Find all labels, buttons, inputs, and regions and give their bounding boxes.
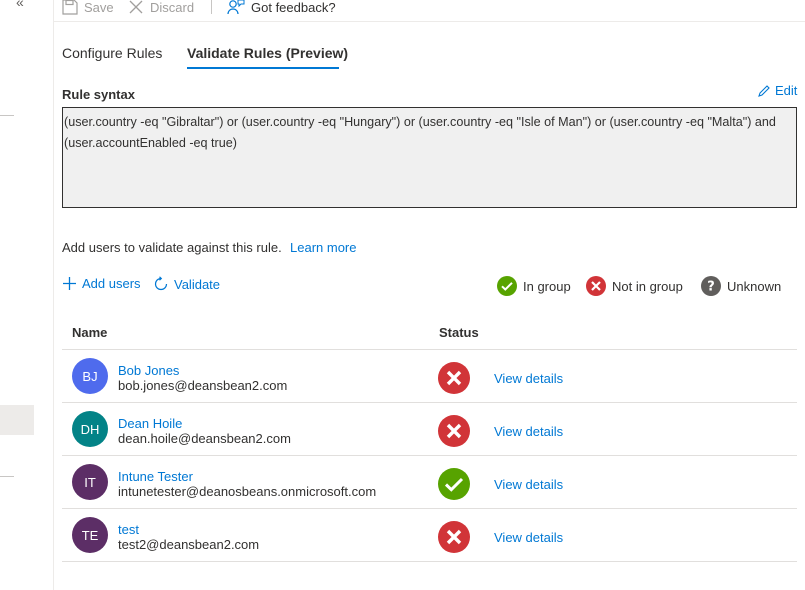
discard-button[interactable]: Discard: [128, 0, 194, 17]
left-rail: «: [0, 0, 34, 590]
row-divider: [62, 455, 797, 456]
user-email: dean.hoile@deansbean2.com: [118, 431, 291, 446]
legend-unknown: ? Unknown: [701, 276, 781, 296]
avatar: BJ: [72, 358, 108, 394]
view-details-link[interactable]: View details: [494, 424, 563, 439]
question-circle-icon: ?: [701, 276, 721, 296]
validate-label: Validate: [174, 276, 221, 292]
check-circle-icon: [438, 468, 470, 500]
legend-not-in-group-label: Not in group: [612, 278, 683, 294]
user-name-link[interactable]: test: [118, 522, 139, 537]
avatar: IT: [72, 464, 108, 500]
edit-button[interactable]: Edit: [757, 83, 797, 98]
nav-selected-item[interactable]: [0, 405, 34, 435]
command-bar: Save Discard Got feedback?: [54, 0, 805, 22]
avatar: DH: [72, 411, 108, 447]
feedback-button[interactable]: Got feedback?: [227, 0, 336, 17]
edit-label: Edit: [775, 83, 798, 98]
save-button[interactable]: Save: [62, 0, 114, 17]
legend-unknown-label: Unknown: [727, 278, 782, 294]
tab-validate-rules[interactable]: Validate Rules (Preview): [187, 45, 348, 61]
add-users-button[interactable]: Add users: [62, 276, 141, 291]
feedback-label: Got feedback?: [251, 0, 336, 15]
row-divider: [62, 508, 797, 509]
add-users-label: Add users: [82, 276, 141, 291]
rule-syntax-label: Rule syntax: [62, 87, 135, 102]
learn-more-link[interactable]: Learn more: [290, 240, 356, 255]
column-header-name[interactable]: Name: [72, 325, 107, 340]
pencil-icon: [758, 84, 770, 97]
svg-text:?: ?: [707, 280, 715, 295]
feedback-icon: [227, 0, 245, 15]
legend-in-group-label: In group: [523, 278, 571, 294]
error-circle-icon: [438, 415, 470, 447]
avatar: TE: [72, 517, 108, 553]
nav-divider: [0, 115, 14, 116]
table-divider: [62, 349, 797, 350]
error-circle-icon: [586, 276, 606, 296]
row-divider: [62, 402, 797, 403]
view-details-link[interactable]: View details: [494, 477, 563, 492]
user-email: intunetester@deanosbeans.onmicrosoft.com: [118, 484, 377, 499]
discard-label: Discard: [150, 0, 195, 15]
view-details-link[interactable]: View details: [494, 371, 563, 386]
toolbar-separator: [211, 0, 212, 14]
check-circle-icon: [497, 276, 517, 296]
error-circle-icon: [438, 521, 470, 553]
validate-button[interactable]: Validate: [153, 276, 220, 292]
user-name-link[interactable]: Bob Jones: [118, 363, 179, 378]
refresh-icon: [154, 276, 168, 291]
nav-divider: [0, 476, 14, 477]
collapse-chevron-icon[interactable]: «: [16, 0, 24, 10]
tab-configure-rules[interactable]: Configure Rules: [62, 45, 162, 61]
user-email: bob.jones@deansbean2.com: [118, 378, 288, 393]
view-details-link[interactable]: View details: [494, 530, 563, 545]
error-circle-icon: [438, 362, 470, 394]
plus-icon: [63, 277, 76, 290]
close-icon: [129, 0, 143, 14]
row-divider: [62, 561, 797, 562]
active-tab-indicator: [187, 67, 339, 69]
save-icon: [62, 0, 78, 15]
pane-divider: [53, 0, 54, 590]
column-header-status[interactable]: Status: [439, 325, 479, 340]
legend-not-in-group: Not in group: [586, 276, 683, 296]
legend-in-group: In group: [497, 276, 571, 296]
save-label: Save: [84, 0, 114, 15]
user-name-link[interactable]: Intune Tester: [118, 469, 193, 484]
user-name-link[interactable]: Dean Hoile: [118, 416, 182, 431]
validate-info-text: Add users to validate against this rule.: [62, 240, 282, 255]
rule-syntax-box[interactable]: (user.country -eq "Gibraltar") or (user.…: [62, 107, 797, 208]
user-email: test2@deansbean2.com: [118, 537, 260, 552]
